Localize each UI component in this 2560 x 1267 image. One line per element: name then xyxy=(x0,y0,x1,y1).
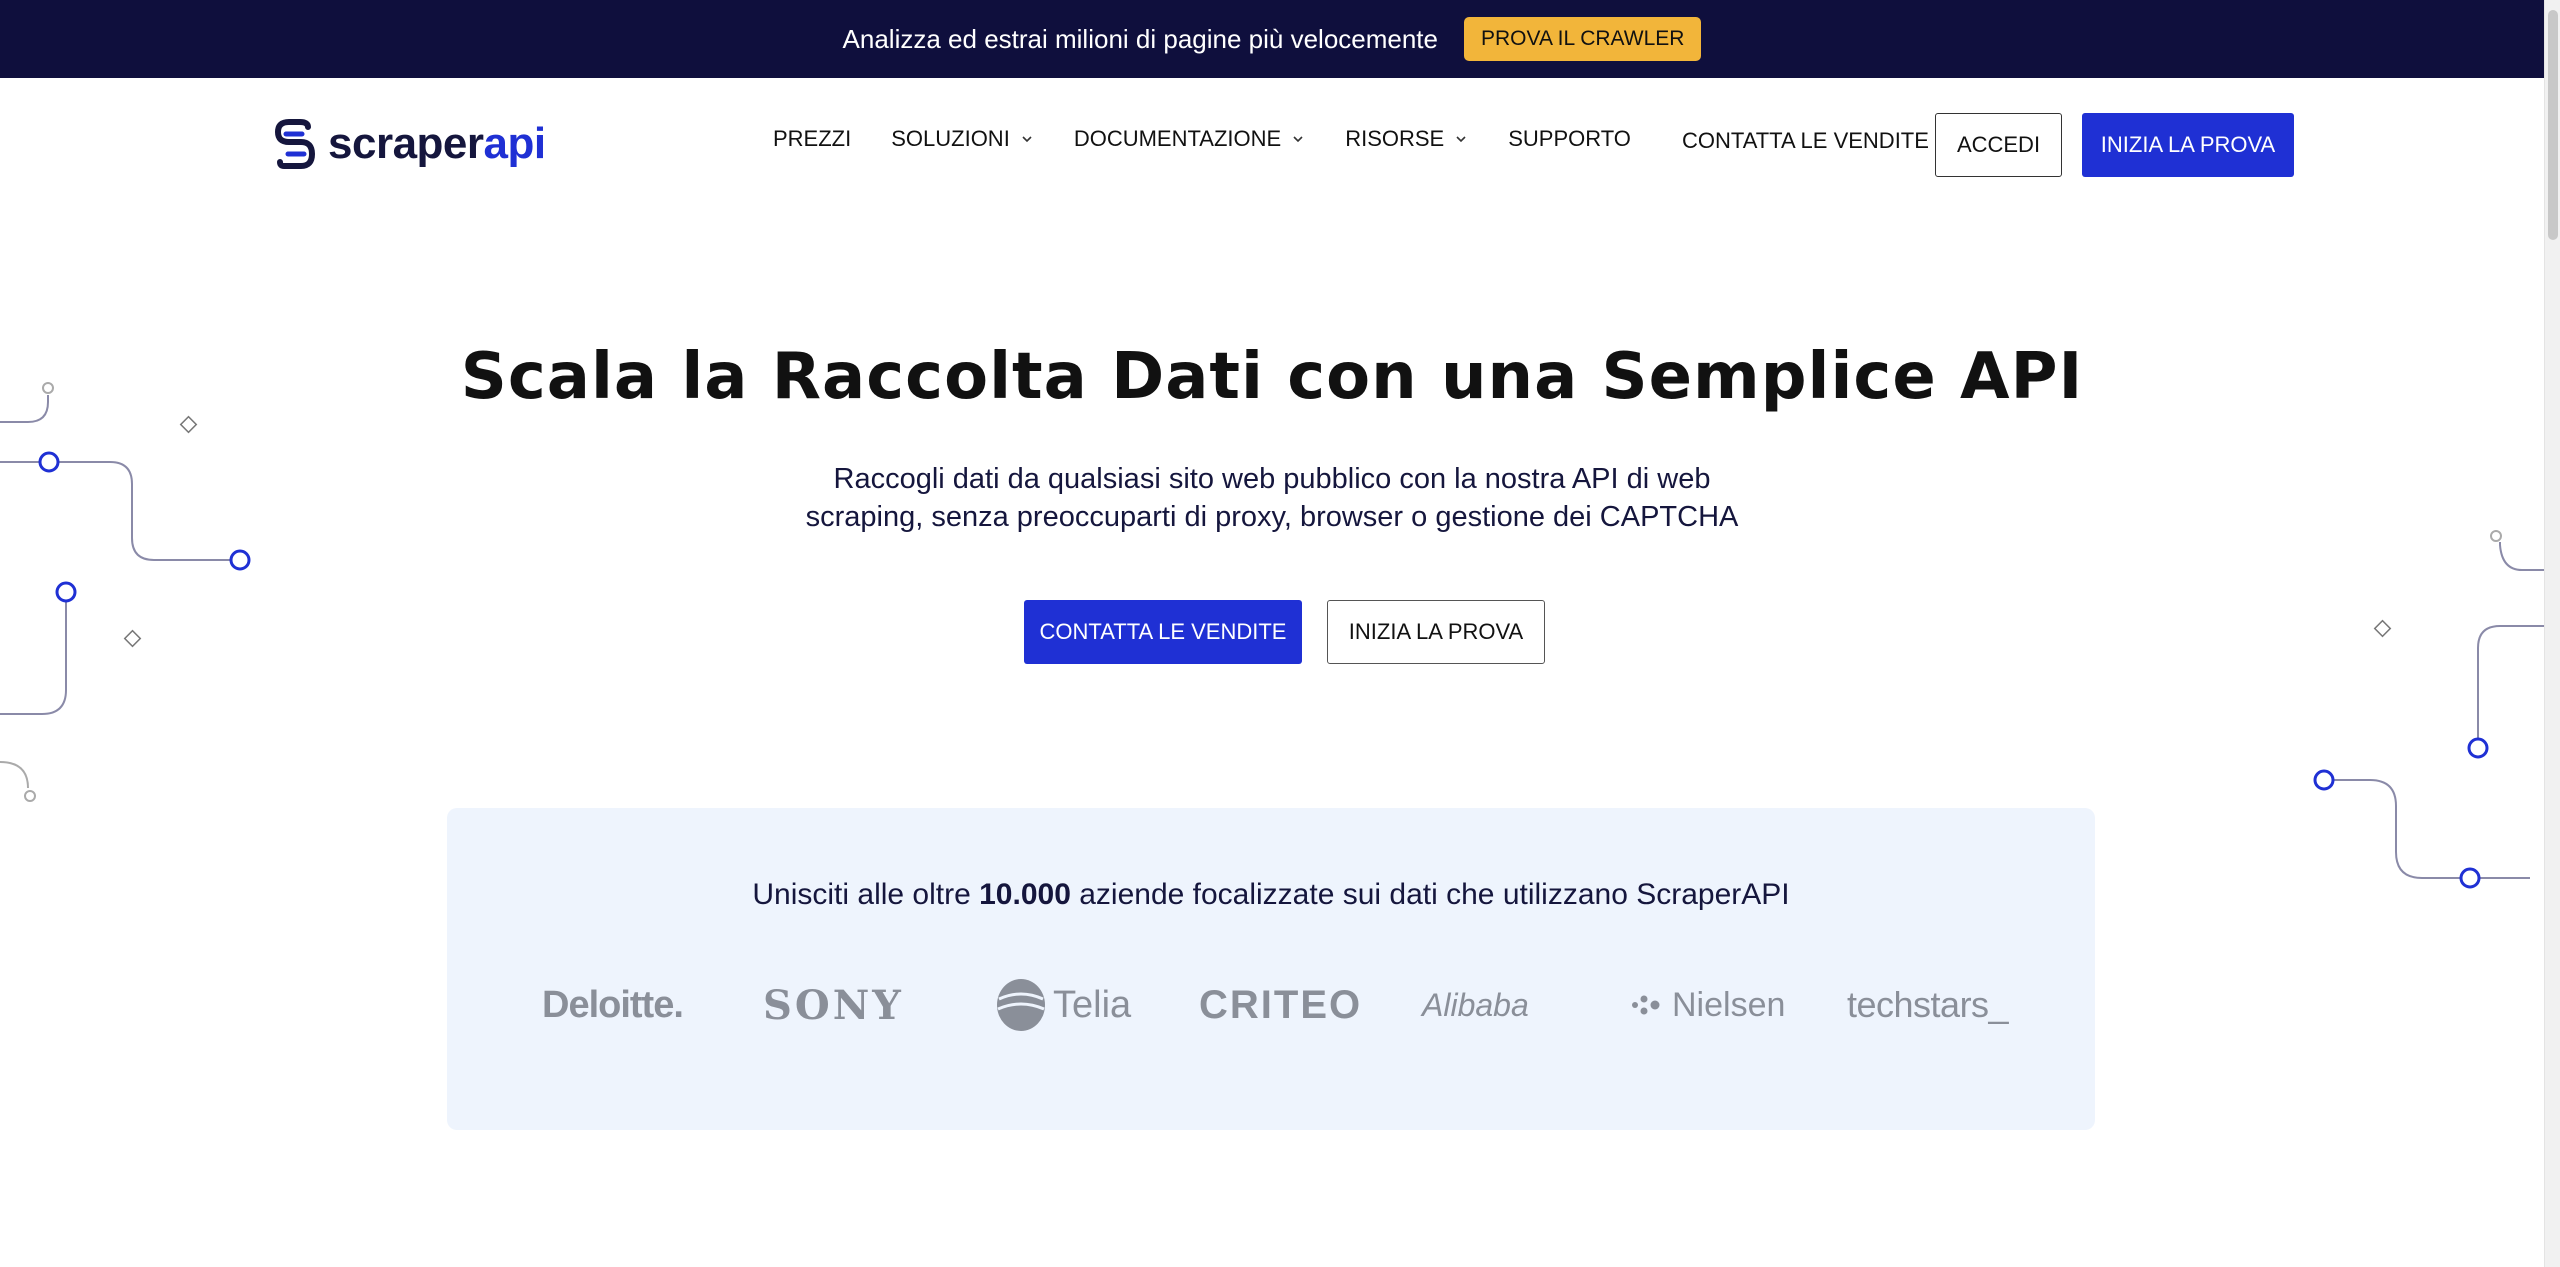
deloitte-logo: Deloitte. xyxy=(542,983,684,1026)
contact-sales-link[interactable]: CONTATTA LE VENDITE xyxy=(1682,128,1929,154)
trusted-by-text: Unisciti alle oltre 10.000 aziende focal… xyxy=(447,878,2095,912)
chevron-down-icon xyxy=(1293,136,1303,143)
nav-link-label: RISORSE xyxy=(1345,126,1445,151)
main-navbar: scraperapi PREZZI SOLUZIONI DOCUMENTAZIO… xyxy=(0,78,2544,210)
nav-link-label: DOCUMENTAZIONE xyxy=(1073,126,1282,151)
telia-logo: Telia xyxy=(995,970,1131,1040)
telia-pebble-icon xyxy=(997,979,1045,1031)
telia-wordmark: Telia xyxy=(1053,983,1132,1026)
start-trial-button[interactable]: INIZIA LA PROVA xyxy=(2082,113,2294,177)
try-crawler-button[interactable]: PROVA IL CRAWLER xyxy=(1464,17,1702,61)
trusted-by-panel: Unisciti alle oltre 10.000 aziende focal… xyxy=(447,808,2095,1130)
scraperapi-logo-icon xyxy=(274,119,316,169)
hero-start-trial-button[interactable]: INIZIA LA PROVA xyxy=(1327,600,1545,664)
nielsen-mark-icon xyxy=(1632,995,1660,1015)
criteo-logo: CRITEO xyxy=(1199,982,1363,1027)
techstars-logo: techstars_ xyxy=(1847,984,2009,1025)
login-button[interactable]: ACCEDI xyxy=(1935,113,2062,177)
page-scrollbar[interactable] xyxy=(2544,0,2560,1267)
sony-logo: SONY xyxy=(763,981,904,1029)
trust-count: 10.000 xyxy=(979,878,1071,911)
nav-links: PREZZI SOLUZIONI DOCUMENTAZIONE RISORSE … xyxy=(773,126,1631,152)
hero-title: Scala la Raccolta Dati con una Semplice … xyxy=(460,340,2084,414)
nav-link-label: SOLUZIONI xyxy=(891,126,1010,151)
nielsen-wordmark: Nielsen xyxy=(1672,985,1786,1024)
customer-logos: Deloitte. SONY Telia CRITEO Alibaba Niel… xyxy=(447,970,2095,1040)
announcement-bar: Analizza ed estrai milioni di pagine più… xyxy=(0,0,2544,78)
nielsen-logo: Nielsen xyxy=(1630,970,1785,1040)
nav-link-prezzi[interactable]: PREZZI xyxy=(773,126,851,152)
nav-link-risorse[interactable]: RISORSE xyxy=(1345,126,1468,152)
trust-prefix: Unisciti alle oltre xyxy=(752,878,980,911)
scrollbar-thumb[interactable] xyxy=(2548,10,2558,240)
logo-wordmark: scraperapi xyxy=(328,119,546,169)
chevron-down-icon xyxy=(1456,136,1466,143)
nav-link-documentazione[interactable]: DOCUMENTAZIONE xyxy=(1074,126,1305,152)
logo-text-main: scraper xyxy=(328,119,484,168)
nav-link-label: PREZZI xyxy=(773,126,852,151)
announcement-text: Analizza ed estrai milioni di pagine più… xyxy=(842,23,1438,54)
alibaba-logo: Alibaba xyxy=(1422,986,1529,1023)
trust-suffix: aziende focalizzate sui dati che utilizz… xyxy=(1070,878,1790,911)
chevron-down-icon xyxy=(1022,136,1032,143)
logo-text-accent: api xyxy=(483,119,547,168)
hero-subtitle: Raccogli dati da qualsiasi sito web pubb… xyxy=(805,463,1739,533)
scraperapi-logo[interactable]: scraperapi xyxy=(272,118,546,170)
nav-link-supporto[interactable]: SUPPORTO xyxy=(1508,126,1631,152)
hero-contact-sales-button[interactable]: CONTATTA LE VENDITE xyxy=(1024,600,1302,664)
nav-link-soluzioni[interactable]: SOLUZIONI xyxy=(891,126,1034,152)
nav-link-label: SUPPORTO xyxy=(1508,126,1631,151)
